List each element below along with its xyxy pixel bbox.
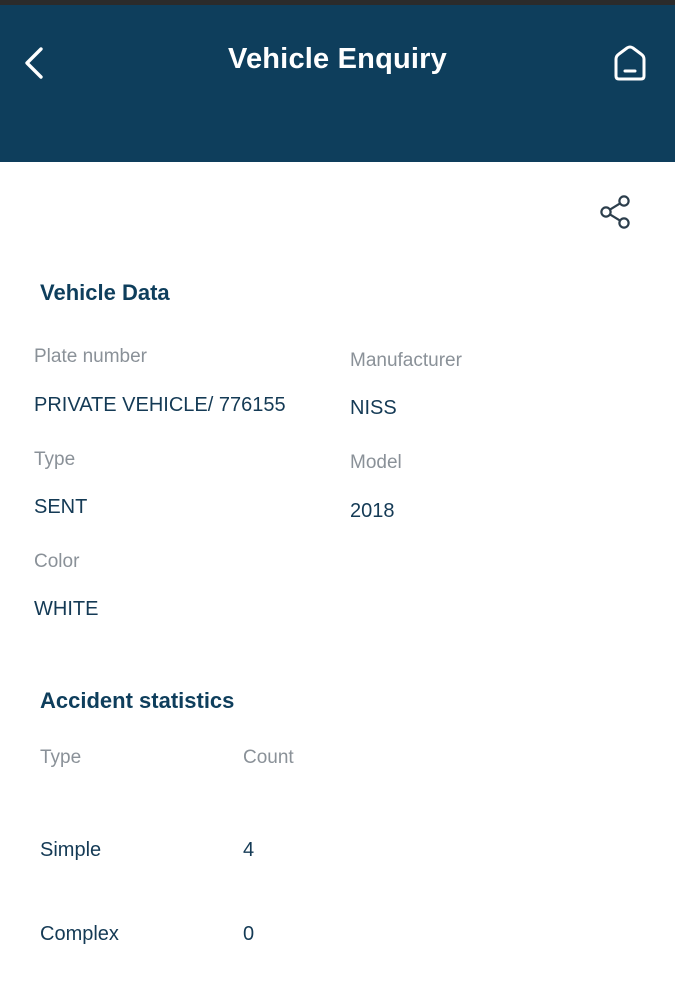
accident-statistics-title: Accident statistics [40, 688, 235, 713]
manufacturer-label: Manufacturer [350, 350, 462, 371]
model-value: 2018 [350, 500, 395, 522]
color-label: Color [34, 551, 80, 572]
share-button[interactable] [594, 192, 636, 232]
home-button[interactable] [605, 41, 655, 85]
type-value: SENT [34, 496, 88, 518]
color-value: WHITE [34, 598, 99, 620]
table-row-simple-count: 4 [243, 839, 255, 861]
plate-number-label: Plate number [34, 346, 148, 367]
home-icon [614, 45, 646, 81]
table-row-complex-count: 0 [243, 923, 255, 945]
vehicle-enquiry-screen: Vehicle Enquiry Vehicle Data Plate numbe… [0, 0, 675, 1000]
table-row-simple-type: Simple [40, 839, 102, 861]
manufacturer-value: NISS [350, 397, 397, 419]
app-header: Vehicle Enquiry [0, 5, 675, 162]
share-icon [600, 195, 630, 229]
model-label: Model [350, 452, 402, 473]
page-title: Vehicle Enquiry [228, 43, 447, 75]
column-header-type: Type [40, 747, 82, 768]
table-row-complex-type: Complex [40, 923, 119, 945]
vehicle-data-title: Vehicle Data [40, 280, 170, 305]
type-label: Type [34, 449, 76, 470]
plate-number-value: PRIVATE VEHICLE/ 776155 [34, 394, 286, 416]
column-header-count: Count [243, 747, 294, 768]
